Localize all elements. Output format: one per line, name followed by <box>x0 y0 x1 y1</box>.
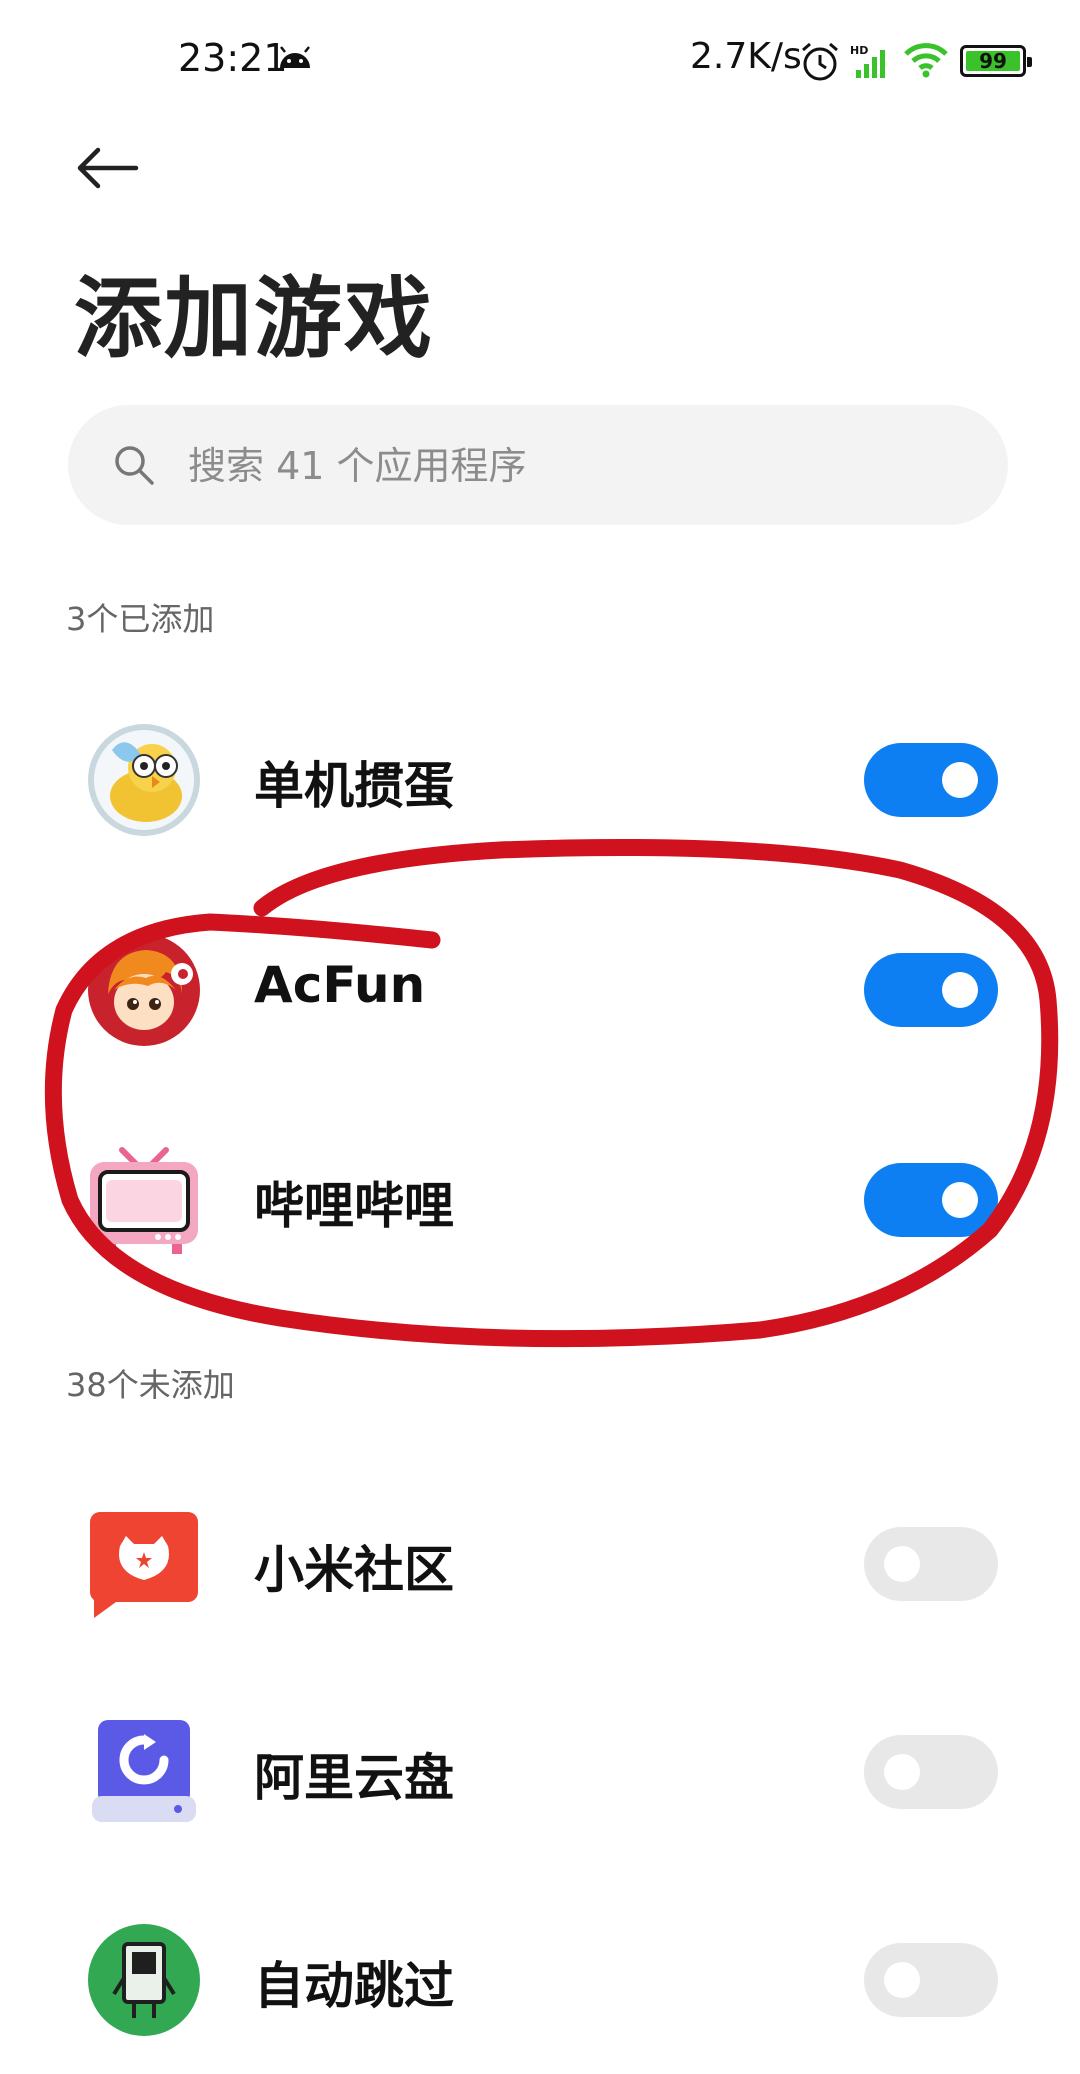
app-toggle[interactable] <box>864 1527 998 1601</box>
wifi-icon <box>904 43 948 78</box>
app-name: 哔哩哔哩 <box>254 1177 454 1235</box>
app-toggle[interactable] <box>864 953 998 1027</box>
back-arrow-icon[interactable] <box>76 146 140 190</box>
app-toggle[interactable] <box>864 1163 998 1237</box>
toggle-knob <box>942 972 978 1008</box>
section-header-not-added: 38个未添加 <box>66 1366 235 1404</box>
app-row[interactable]: 单机掼蛋 <box>0 700 1080 860</box>
alarm-icon <box>802 42 838 81</box>
chick-game-icon <box>88 724 200 836</box>
app-row[interactable]: 阿里云盘 <box>0 1692 1080 1852</box>
status-time: 23:21 <box>178 36 288 80</box>
auto-skip-icon <box>88 1924 200 2036</box>
signal-icon: HD <box>850 44 885 78</box>
app-name: 小米社区 <box>254 1541 454 1599</box>
toggle-knob <box>884 1962 920 1998</box>
network-speed: 2.7K/s <box>690 36 802 77</box>
acfun-icon <box>88 934 200 1046</box>
toggle-knob <box>942 762 978 798</box>
battery-icon: 99 <box>960 45 1032 77</box>
app-row[interactable]: 哔哩哔哩 <box>0 1120 1080 1280</box>
search-input[interactable] <box>186 429 970 503</box>
search-bar[interactable] <box>68 405 1008 525</box>
battery-level: 99 <box>979 49 1007 73</box>
toggle-knob <box>884 1754 920 1790</box>
app-name: 单机掼蛋 <box>254 757 454 815</box>
app-toggle[interactable] <box>864 1943 998 2017</box>
app-toggle[interactable] <box>864 743 998 817</box>
search-icon <box>115 446 154 485</box>
section-header-added: 3个已添加 <box>66 600 215 638</box>
app-name: AcFun <box>254 956 426 1014</box>
app-toggle[interactable] <box>864 1735 998 1809</box>
app-name: 阿里云盘 <box>254 1749 454 1807</box>
toggle-knob <box>942 1182 978 1218</box>
hd-label: HD <box>850 44 868 57</box>
page-title: 添加游戏 <box>74 267 435 370</box>
app-row[interactable]: 自动跳过 <box>0 1900 1080 2060</box>
xiaomi-community-icon <box>90 1512 198 1618</box>
toggle-knob <box>884 1546 920 1582</box>
android-icon <box>280 46 310 68</box>
app-name: 自动跳过 <box>254 1957 454 2015</box>
bilibili-icon <box>90 1147 198 1254</box>
app-row[interactable]: AcFun <box>0 910 1080 1070</box>
aliyun-drive-icon <box>92 1720 196 1822</box>
status-bar: 23:21 2.7K/s HD 99 <box>0 0 1080 120</box>
app-row[interactable]: 小米社区 <box>0 1484 1080 1644</box>
